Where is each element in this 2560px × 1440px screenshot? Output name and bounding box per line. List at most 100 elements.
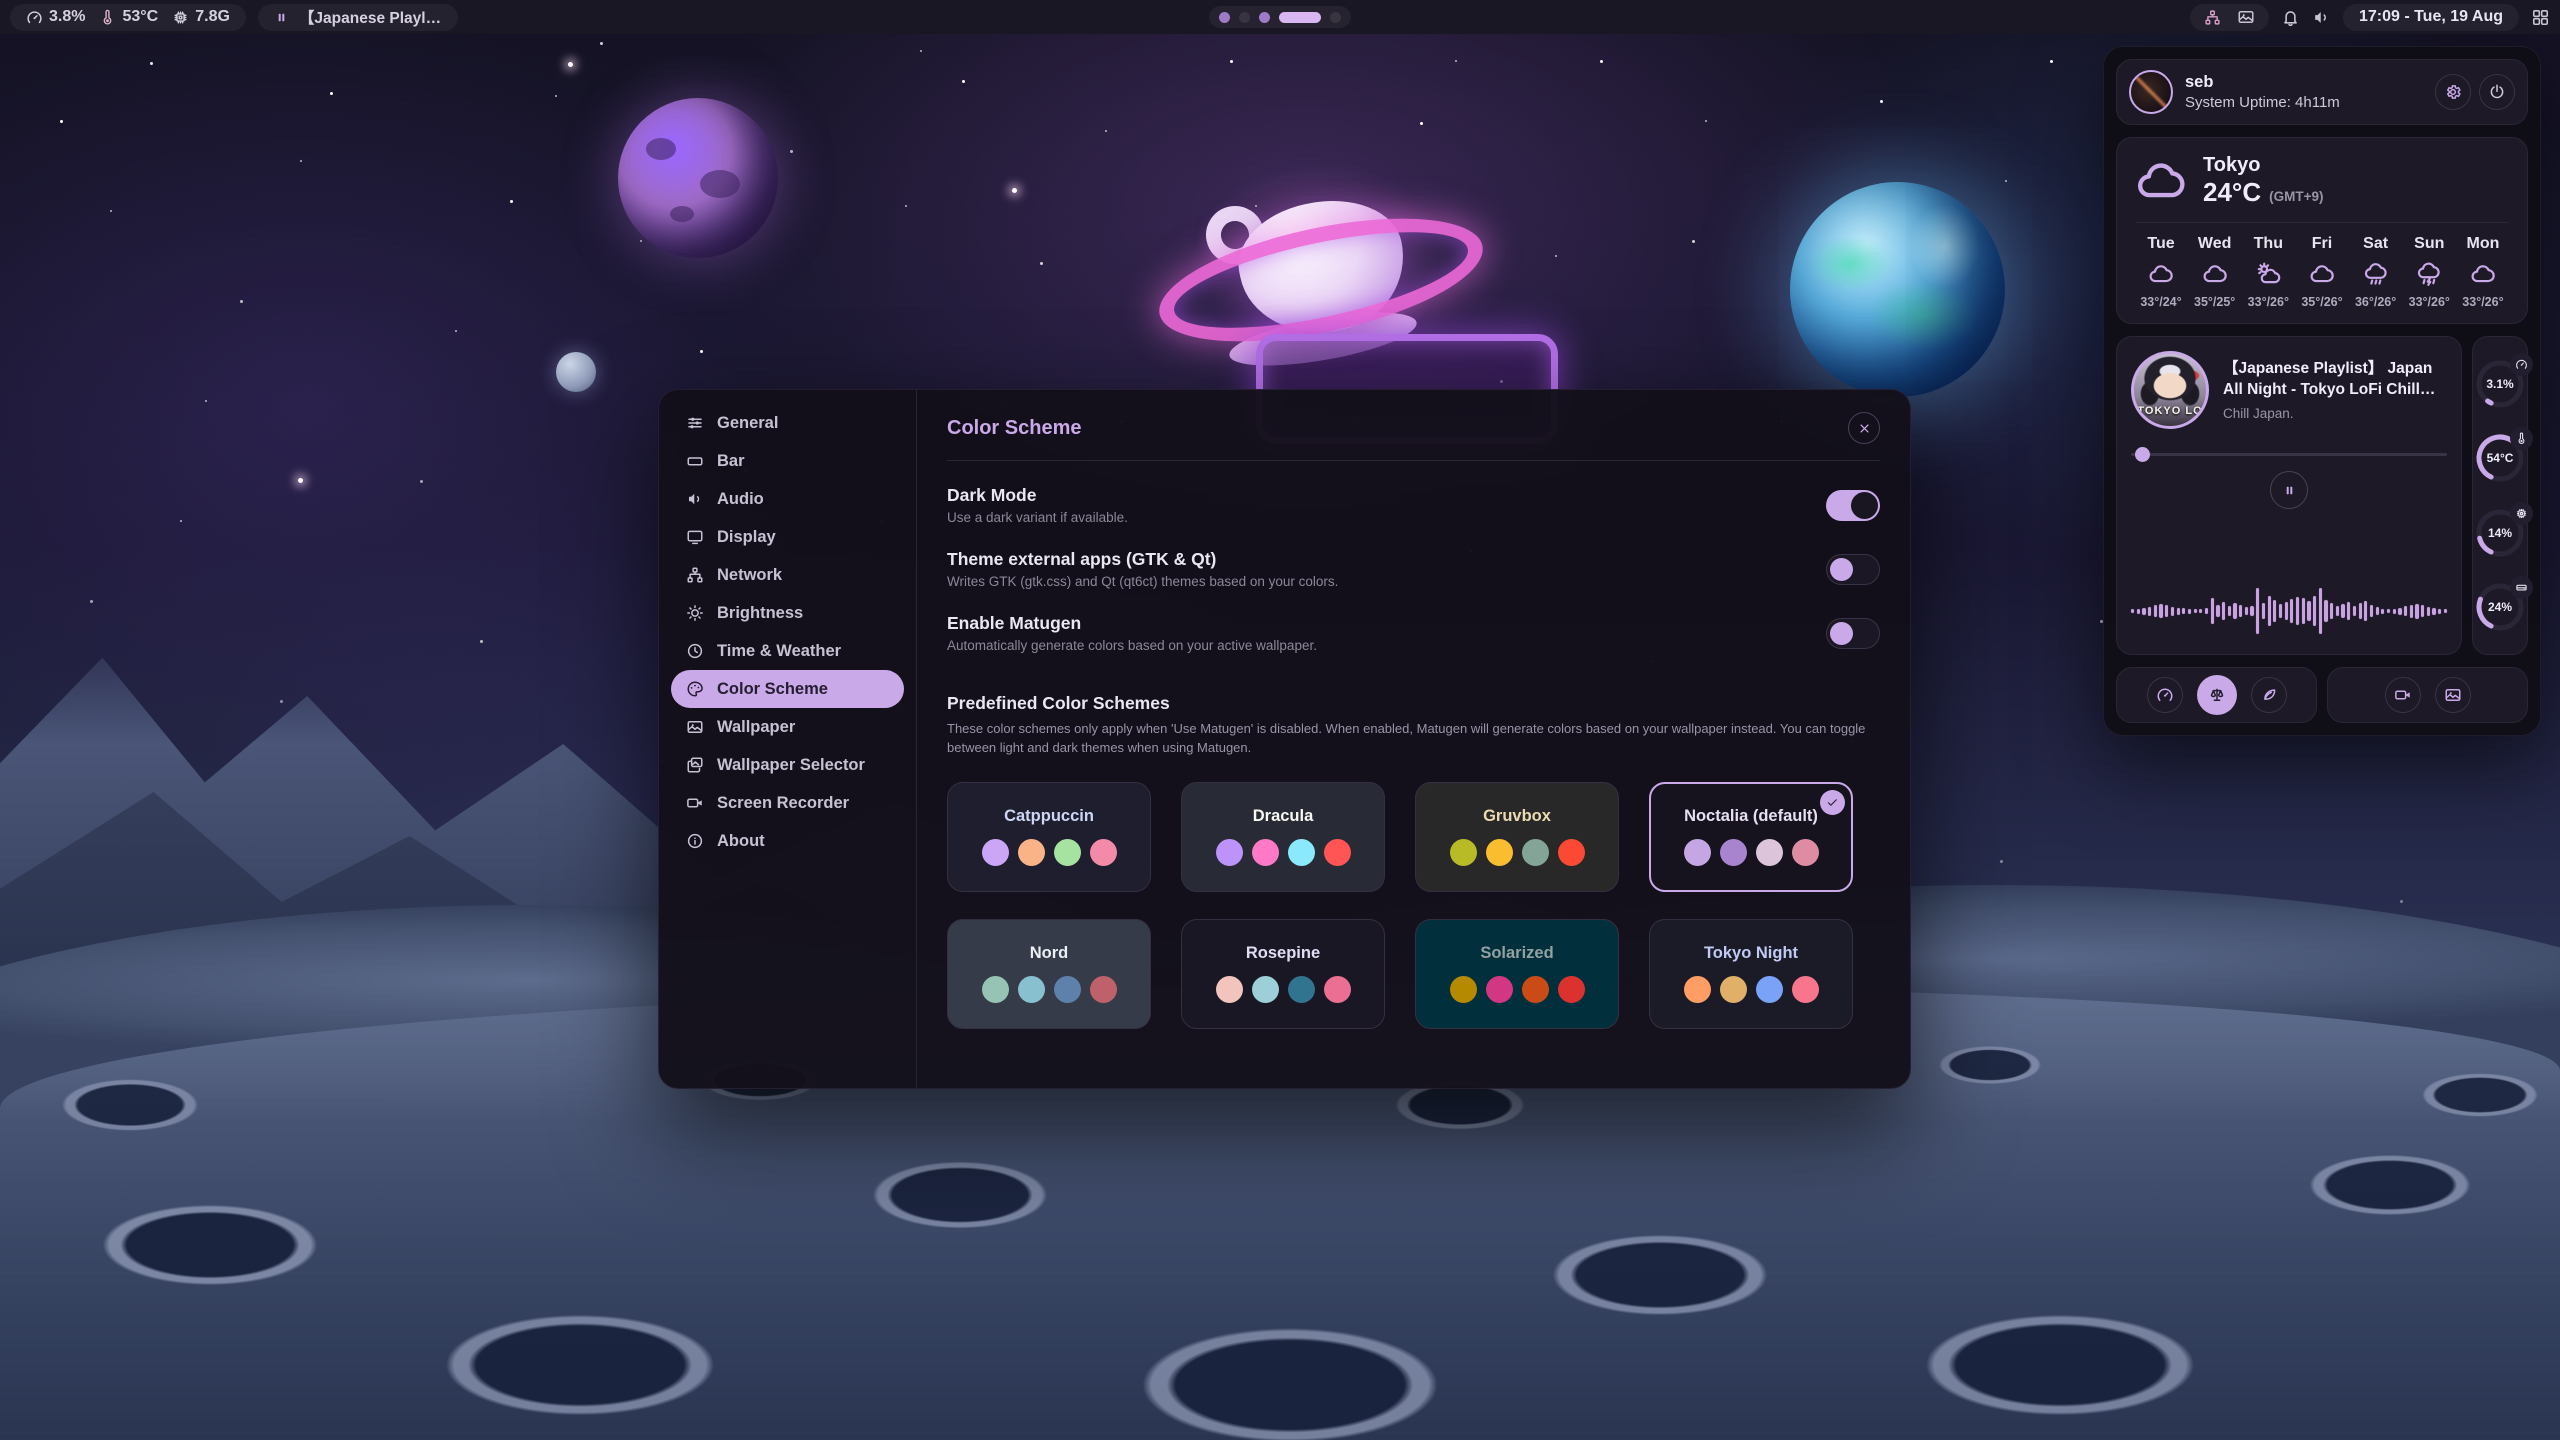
system-gauges-card: 3.1% 54°C 14% 24% — [2472, 336, 2528, 655]
system-stats-pill[interactable]: 3.8% 53°C 7.8G — [10, 4, 246, 31]
color-scheme-card[interactable]: Solarized — [1415, 919, 1619, 1029]
weather-temp: 24°C — [2203, 177, 2261, 208]
color-swatch — [1216, 839, 1243, 866]
color-swatch — [1252, 839, 1279, 866]
scheme-name: Rosepine — [1246, 944, 1320, 963]
sidebar-item-display[interactable]: Display — [671, 518, 904, 556]
visualizer-bar — [2268, 596, 2271, 626]
workspace-dot-3[interactable] — [1259, 12, 1270, 23]
color-swatch — [1288, 839, 1315, 866]
sidebar-item-time-weather[interactable]: Time & Weather — [671, 632, 904, 670]
visualizer-bar — [2313, 596, 2316, 626]
visualizer-bar — [2211, 598, 2214, 624]
toggle-switch[interactable] — [1826, 554, 1880, 585]
color-scheme-card[interactable]: Gruvbox — [1415, 782, 1619, 892]
media-pill[interactable]: 【Japanese Playlist】 J… — [258, 4, 458, 31]
brightness-icon — [686, 604, 704, 622]
wallpaper-icon[interactable] — [2237, 8, 2255, 26]
sidebar-item-color-scheme[interactable]: Color Scheme — [671, 670, 904, 708]
network-icon[interactable] — [2204, 9, 2221, 26]
gauge-icon — [26, 9, 43, 26]
visualizer-bar — [2233, 603, 2236, 619]
divider — [947, 460, 1880, 461]
color-scheme-card[interactable]: Nord — [947, 919, 1151, 1029]
toggle-switch[interactable] — [1826, 490, 1880, 521]
sidebar-item-screen-recorder[interactable]: Screen Recorder — [671, 784, 904, 822]
workspace-dot-5[interactable] — [1330, 12, 1341, 23]
section-title: Predefined Color Schemes — [947, 693, 1880, 714]
pause-button[interactable] — [2270, 471, 2308, 509]
display-icon — [686, 528, 704, 546]
sidebar-item-bar[interactable]: Bar — [671, 442, 904, 480]
color-scheme-card[interactable]: Rosepine — [1181, 919, 1385, 1029]
audio-visualizer — [2131, 582, 2447, 640]
system-gauge: 14% — [2474, 507, 2526, 559]
color-swatch — [1252, 976, 1279, 1003]
power-button[interactable] — [2479, 74, 2515, 110]
toggle-switch[interactable] — [1826, 618, 1880, 649]
performance-profile-button[interactable] — [2147, 677, 2183, 713]
workspace-dot-1[interactable] — [1219, 12, 1230, 23]
scheme-swatches — [1216, 839, 1351, 866]
setting-description: Use a dark variant if available. — [947, 510, 1128, 525]
rain-icon — [2363, 261, 2389, 287]
track-title: 【Japanese Playlist】 Japan All Night - To… — [2223, 359, 2447, 401]
purple-planet — [618, 98, 778, 258]
sidebar-item-general[interactable]: General — [671, 404, 904, 442]
sidebar-item-brightness[interactable]: Brightness — [671, 594, 904, 632]
scheme-name: Gruvbox — [1483, 807, 1551, 826]
cloud-icon — [2470, 261, 2496, 287]
workspace-dot-4[interactable] — [1279, 12, 1321, 23]
scheme-grid: Catppuccin Dracula Gruvbox Noctalia (def… — [947, 782, 1880, 1029]
day-name: Fri — [2312, 235, 2332, 253]
visualizer-bar — [2182, 608, 2185, 614]
visualizer-bar — [2359, 603, 2362, 619]
scheme-swatches — [1450, 839, 1585, 866]
volume-icon[interactable] — [2312, 8, 2331, 27]
settings-button[interactable] — [2435, 74, 2471, 110]
top-bar: 3.8% 53°C 7.8G 【Japanese Playlist】 J… 17… — [0, 0, 2560, 34]
notifications-bell-icon[interactable] — [2281, 8, 2300, 27]
wallpaper-button[interactable] — [2435, 677, 2471, 713]
selected-check-badge — [1820, 790, 1845, 815]
close-button[interactable] — [1848, 412, 1880, 444]
balanced-profile-button[interactable] — [2197, 675, 2237, 715]
sidebar-item-network[interactable]: Network — [671, 556, 904, 594]
sidebar-item-label: Screen Recorder — [717, 794, 849, 813]
visualizer-bar — [2142, 608, 2145, 615]
powersaver-profile-button[interactable] — [2251, 677, 2287, 713]
sidebar-item-wallpaper-selector[interactable]: Wallpaper Selector — [671, 746, 904, 784]
sidebar-item-about[interactable]: About — [671, 822, 904, 860]
seek-knob[interactable] — [2135, 447, 2150, 462]
color-swatch — [1054, 839, 1081, 866]
sidebar-item-audio[interactable]: Audio — [671, 480, 904, 518]
color-swatch — [1216, 976, 1243, 1003]
chip-icon — [172, 9, 189, 26]
system-gauge: 3.1% — [2474, 358, 2526, 410]
clock[interactable]: 17:09 - Tue, 19 Aug — [2343, 4, 2519, 31]
sidebar-item-wallpaper[interactable]: Wallpaper — [671, 708, 904, 746]
visualizer-bar — [2438, 609, 2441, 614]
color-swatch — [1324, 976, 1351, 1003]
visualizer-bar — [2194, 609, 2197, 613]
color-swatch — [1054, 976, 1081, 1003]
visualizer-bar — [2154, 605, 2157, 617]
workspace-dot-2[interactable] — [1239, 12, 1250, 23]
color-scheme-card[interactable]: Tokyo Night — [1649, 919, 1853, 1029]
power-icon — [2488, 83, 2506, 101]
scheme-swatches — [1216, 976, 1351, 1003]
screen-record-button[interactable] — [2385, 677, 2421, 713]
sliders-icon — [686, 414, 704, 432]
color-scheme-card[interactable]: Catppuccin — [947, 782, 1151, 892]
cloud-icon — [2148, 261, 2174, 287]
app-launcher-icon[interactable] — [2531, 8, 2550, 27]
color-scheme-card[interactable]: Noctalia (default) — [1649, 782, 1853, 892]
forecast-day: Sun 33°/26° — [2403, 235, 2455, 309]
power-profile-card — [2116, 667, 2317, 723]
color-scheme-card[interactable]: Dracula — [1181, 782, 1385, 892]
setting-title: Dark Mode — [947, 485, 1128, 506]
memory-stat: 7.8G — [172, 8, 230, 26]
seek-bar[interactable] — [2131, 447, 2447, 461]
about-icon — [686, 832, 704, 850]
sidebar-item-label: Bar — [717, 452, 745, 471]
